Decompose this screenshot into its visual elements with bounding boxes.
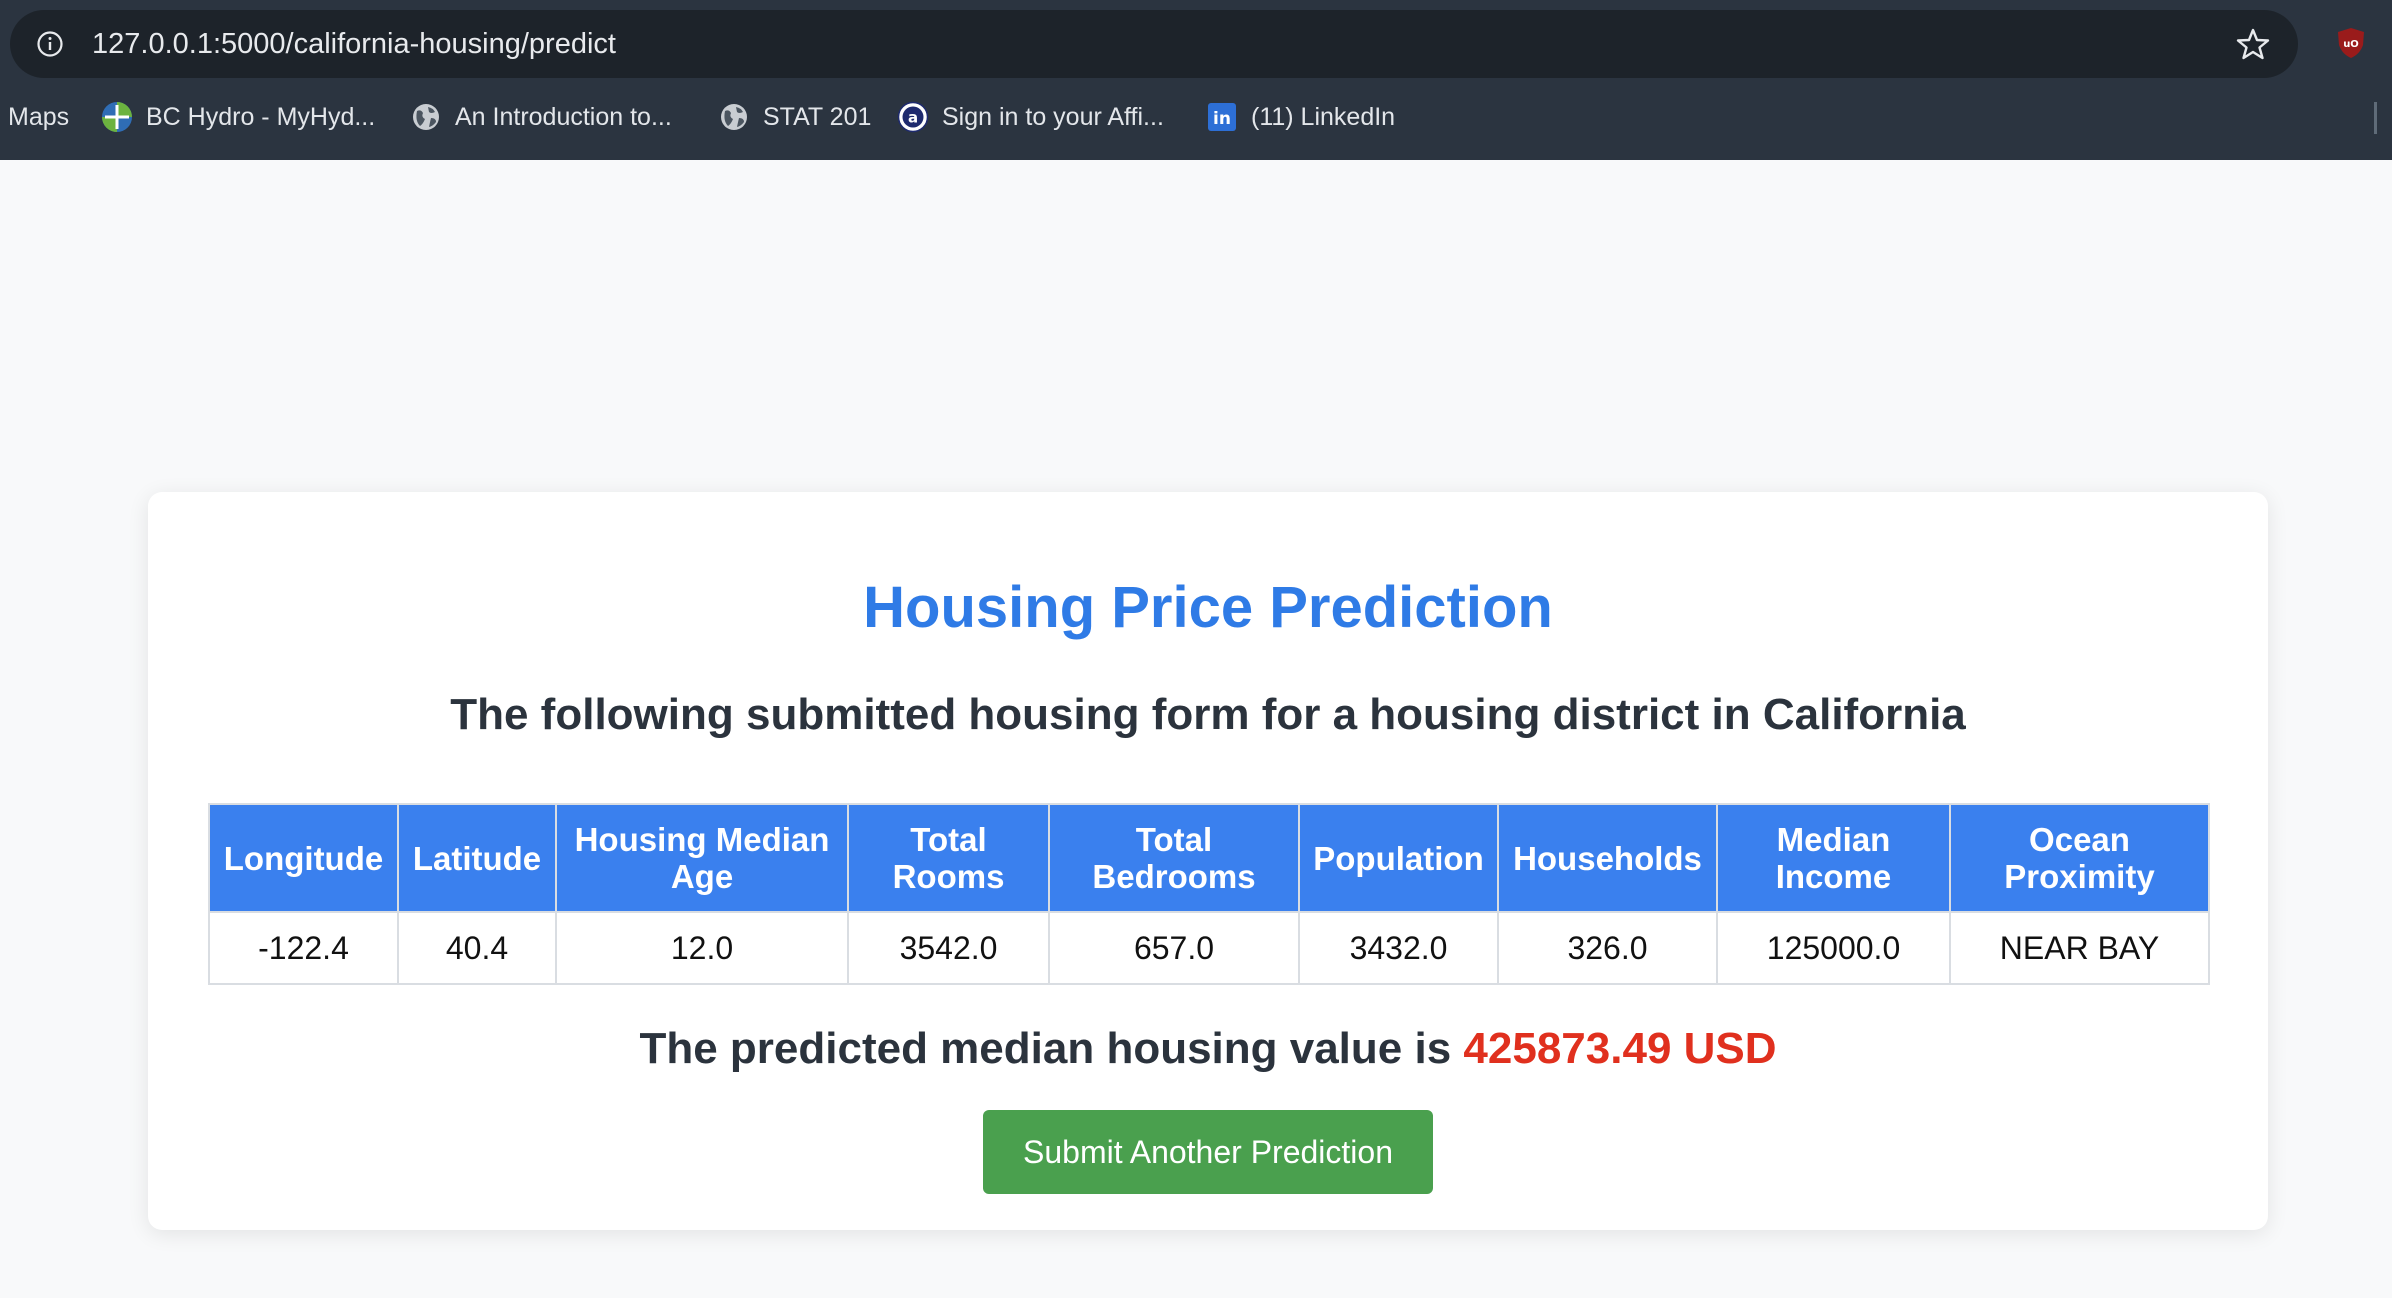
svg-text:a: a [908, 109, 918, 127]
table-header-row: Longitude Latitude Housing Median Age To… [208, 803, 2210, 913]
header-total-rooms: Total Rooms [847, 803, 1050, 913]
bookmark-label: An Introduction to... [455, 102, 672, 131]
browser-chrome: 127.0.0.1:5000/california-housing/predic… [0, 0, 2392, 160]
page-title: Housing Price Prediction [863, 575, 1553, 640]
header-median-income: Median Income [1716, 803, 1951, 913]
globe-icon [717, 100, 751, 134]
svg-text:in: in [1213, 109, 1231, 129]
header-latitude: Latitude [397, 803, 557, 913]
cell-longitude: -122.4 [208, 911, 399, 985]
page-subtitle: The following submitted housing form for… [450, 690, 1966, 739]
header-housing-median-age: Housing Median Age [555, 803, 849, 913]
bookmark-affinity[interactable]: a Sign in to your Affi... [896, 92, 1164, 142]
prediction-value: 425873.49 USD [1463, 1024, 1777, 1073]
url-text[interactable]: 127.0.0.1:5000/california-housing/predic… [92, 10, 616, 78]
bookmark-linkedin[interactable]: in (11) LinkedIn [1205, 92, 1395, 142]
affinity-icon: a [896, 100, 930, 134]
cell-median-income: 125000.0 [1716, 911, 1951, 985]
cell-ocean-proximity: NEAR BAY [1949, 911, 2210, 985]
site-info-icon[interactable] [36, 30, 64, 58]
bookmark-label: Maps [8, 102, 70, 131]
cell-population: 3432.0 [1298, 911, 1499, 985]
bookmarks-bar-edge [2374, 102, 2377, 134]
address-bar[interactable]: 127.0.0.1:5000/california-housing/predic… [10, 10, 2298, 78]
bookmark-bc-hydro[interactable]: BC Hydro - MyHyd... [100, 92, 375, 142]
submitted-data-table: Longitude Latitude Housing Median Age To… [208, 803, 2210, 985]
cell-total-bedrooms: 657.0 [1048, 911, 1300, 985]
ublock-icon[interactable]: uO [2336, 27, 2366, 59]
bookmark-label: STAT 201 [763, 102, 872, 131]
header-longitude: Longitude [208, 803, 399, 913]
bookmark-stat-201[interactable]: STAT 201 [717, 92, 871, 142]
prediction-label: The predicted median housing value is [639, 1024, 1452, 1073]
globe-icon [409, 100, 443, 134]
cell-households: 326.0 [1497, 911, 1718, 985]
cell-housing-median-age: 12.0 [555, 911, 849, 985]
result-card: Housing Price Prediction The following s… [148, 492, 2268, 1230]
bookmark-label: Sign in to your Affi... [942, 102, 1164, 131]
bookmarks-bar: Maps BC Hydro - MyHyd... An Introduction… [0, 92, 2392, 142]
header-households: Households [1497, 803, 1718, 913]
bc-hydro-icon [100, 100, 134, 134]
bookmark-label: BC Hydro - MyHyd... [146, 102, 376, 131]
linkedin-icon: in [1205, 100, 1239, 134]
cell-total-rooms: 3542.0 [847, 911, 1050, 985]
header-total-bedrooms: Total Bedrooms [1048, 803, 1300, 913]
table-row: -122.4 40.4 12.0 3542.0 657.0 3432.0 326… [208, 911, 2210, 985]
bookmark-label: (11) LinkedIn [1251, 102, 1396, 131]
header-population: Population [1298, 803, 1499, 913]
submit-another-prediction-button[interactable]: Submit Another Prediction [983, 1110, 1433, 1194]
header-ocean-proximity: Ocean Proximity [1949, 803, 2210, 913]
bookmark-maps[interactable]: Maps [8, 92, 69, 142]
bookmark-star-icon[interactable] [2236, 27, 2270, 61]
ublock-label: uO [2343, 39, 2359, 50]
bookmark-introduction[interactable]: An Introduction to... [409, 92, 672, 142]
cell-latitude: 40.4 [397, 911, 557, 985]
prediction-result: The predicted median housing value is 42… [148, 1024, 2268, 1074]
